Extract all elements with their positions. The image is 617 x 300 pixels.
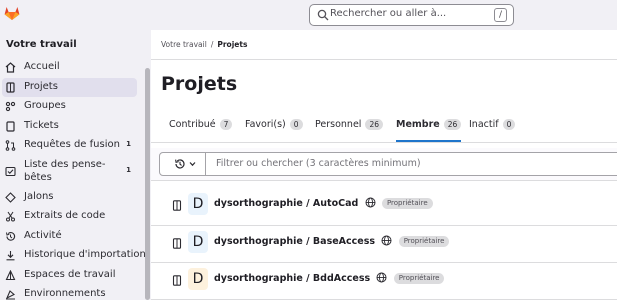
breadcrumb-divider: [151, 59, 617, 60]
main-content: Votre travail / Projets Projets Contribué 7…: [151, 30, 617, 300]
recent-searches-button[interactable]: [160, 153, 206, 175]
search-icon: [317, 9, 329, 21]
tab-label: Personnel: [315, 119, 362, 130]
filter-divider: [151, 180, 617, 181]
project-icon: [172, 238, 182, 249]
sidebar: Votre travail Accueil Projets Groupes Ti…: [0, 30, 151, 300]
breadcrumb-separator: /: [210, 40, 214, 49]
sidebar-item-label: Liste des pense-bêtes: [24, 158, 106, 183]
project-name-link[interactable]: dysorthographie / BddAccess: [214, 273, 370, 284]
tab-count-badge: 7: [219, 119, 233, 130]
sidebar-item-label: Historique d'importation: [24, 249, 146, 260]
project-avatar[interactable]: D: [188, 231, 208, 253]
tabs-divider: [151, 142, 617, 143]
search-input[interactable]: Rechercher ou aller à... /: [309, 4, 514, 26]
filter-search-box[interactable]: Filtrer ou chercher (3 caractères minimu…: [159, 152, 617, 176]
tab-label: Membre: [396, 119, 440, 130]
tab-label: Favori(s): [245, 119, 286, 130]
history-icon: [6, 231, 16, 241]
search-placeholder: Rechercher ou aller à...: [330, 8, 447, 19]
chevron-down-icon: [189, 162, 196, 167]
sidebar-item-environnements[interactable]: Environnements: [2, 285, 137, 300]
sidebar-item-accueil[interactable]: Accueil: [2, 58, 137, 78]
tab-membre[interactable]: Membre 26: [396, 117, 462, 142]
issues-icon: [6, 120, 15, 132]
merge-request-icon: [5, 140, 16, 151]
tab-count-badge: 0: [289, 119, 303, 130]
sidebar-item-requetes-de-fusion[interactable]: Requêtes de fusion 1: [2, 136, 137, 156]
home-icon: [5, 62, 16, 73]
workspace-icon: [5, 269, 16, 280]
breadcrumb-parent-link[interactable]: Votre travail: [161, 40, 207, 49]
sidebar-item-groupes[interactable]: Groupes: [2, 97, 137, 117]
sidebar-item-projets[interactable]: Projets: [2, 77, 137, 97]
tab-contribue[interactable]: Contribué 7: [169, 117, 233, 142]
group-icon: [5, 101, 16, 112]
role-badge: Propriétaire: [393, 273, 445, 284]
project-info: dysorthographie / BaseAccess Propriétair…: [214, 235, 450, 247]
tab-personnel[interactable]: Personnel 26: [315, 117, 383, 142]
project-avatar[interactable]: D: [188, 193, 208, 215]
project-name-link[interactable]: dysorthographie / AutoCad: [214, 198, 358, 209]
sidebar-item-label: Projets: [24, 80, 58, 92]
role-badge: Propriétaire: [398, 236, 450, 247]
project-icon: [172, 275, 182, 286]
project-row[interactable]: D dysorthographie / BaseAccess Propriéta…: [151, 225, 617, 263]
sidebar-nav: Accueil Projets Groupes Tickets Requêtes…: [0, 58, 146, 300]
project-row[interactable]: D dysorthographie / AutoCad Propriétaire: [151, 187, 617, 225]
sidebar-item-label: Requêtes de fusion: [24, 139, 120, 150]
project-avatar[interactable]: D: [188, 268, 208, 290]
milestone-icon: [5, 191, 16, 203]
sidebar-item-label: Extraits de code: [24, 210, 106, 221]
sidebar-item-label: Accueil: [24, 61, 60, 72]
breadcrumb-current[interactable]: Projets: [217, 40, 247, 49]
project-row[interactable]: D dysorthographie / BddAccess Propriétai…: [151, 262, 617, 300]
sidebar-item-extraits-de-code[interactable]: Extraits de code: [2, 207, 137, 227]
sidebar-item-tickets[interactable]: Tickets: [2, 117, 137, 137]
role-badge: Propriétaire: [381, 198, 433, 209]
history-icon: [175, 159, 185, 169]
filter-placeholder: Filtrer ou chercher (3 caractères minimu…: [216, 158, 421, 169]
sidebar-item-espaces-de-travail[interactable]: Espaces de travail: [2, 266, 137, 286]
project-info: dysorthographie / BddAccess Propriétaire: [214, 272, 445, 284]
sidebar-item-liste-des-pense-betes[interactable]: Liste des pense-bêtes 1: [2, 156, 137, 188]
sidebar-item-historique-d-importation[interactable]: Historique d'importation: [2, 246, 146, 266]
sidebar-item-label: Activité: [24, 229, 62, 241]
gitlab-logo[interactable]: [4, 6, 20, 20]
sidebar-item-label: Groupes: [24, 100, 66, 111]
sidebar-title: Votre travail: [6, 39, 77, 50]
globe-icon: [376, 272, 387, 283]
environment-icon: [5, 290, 15, 300]
sidebar-item-jalons[interactable]: Jalons: [2, 188, 137, 208]
project-info: dysorthographie / AutoCad Propriétaire: [214, 197, 433, 209]
filter-bar: Filtrer ou chercher (3 caractères minimu…: [151, 148, 617, 180]
tab-count-badge: 26: [443, 119, 462, 130]
search-shortcut-key: /: [494, 8, 507, 22]
todo-count: 1: [126, 165, 131, 174]
project-icon: [172, 200, 182, 211]
sidebar-item-label: Jalons: [24, 190, 54, 202]
todo-icon: [5, 166, 16, 176]
globe-icon: [365, 197, 376, 208]
sidebar-item-label: Tickets: [24, 119, 59, 131]
page-title: Projets: [161, 73, 238, 95]
project-name-link[interactable]: dysorthographie / BaseAccess: [214, 236, 375, 247]
tab-inactif[interactable]: Inactif 0: [469, 117, 516, 142]
top-bar: Rechercher ou aller à... /: [0, 0, 617, 30]
merge-request-count: 1: [126, 140, 131, 148]
breadcrumb: Votre travail / Projets: [161, 40, 247, 49]
tab-label: Inactif: [469, 119, 499, 130]
sidebar-scrollbar[interactable]: [145, 68, 150, 300]
sidebar-item-label: Environnements: [24, 288, 106, 299]
import-icon: [6, 251, 15, 261]
sidebar-item-activite[interactable]: Activité: [2, 227, 137, 247]
snippet-icon: [6, 211, 15, 222]
tab-count-badge: 0: [502, 119, 516, 130]
tab-label: Contribué: [169, 119, 216, 130]
sidebar-item-label: Espaces de travail: [24, 268, 116, 280]
project-icon: [6, 81, 15, 93]
tab-count-badge: 26: [365, 119, 383, 130]
tab-favoris[interactable]: Favori(s) 0: [245, 117, 303, 142]
globe-icon: [381, 235, 392, 246]
